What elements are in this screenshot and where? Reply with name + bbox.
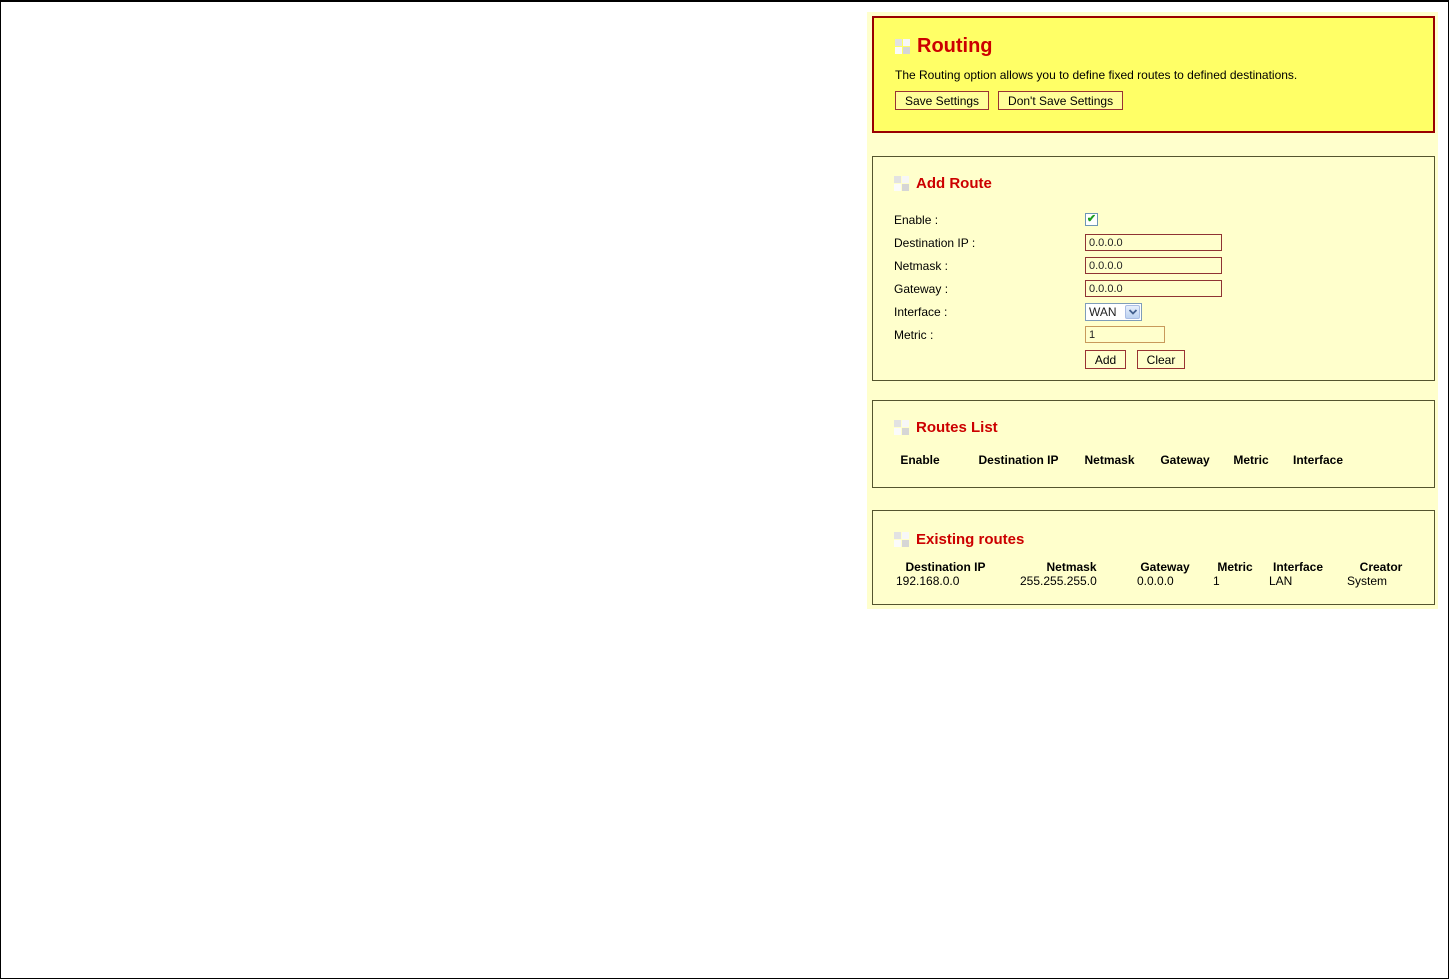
route-gateway: 0.0.0.0	[1137, 574, 1174, 588]
enable-label: Enable :	[894, 212, 939, 227]
route-destination-ip: 192.168.0.0	[896, 574, 960, 588]
routing-panel: Routing The Routing option allows you to…	[872, 16, 1435, 133]
add-route-form: Enable : ✔ Destination IP : Netmask : Ga…	[873, 208, 1434, 369]
enable-row: Enable : ✔	[873, 208, 1434, 231]
destination-ip-input[interactable]	[1085, 234, 1222, 251]
routes-list-header-row: Enable Destination IP Netmask Gateway Me…	[873, 453, 1434, 467]
chevron-down-icon[interactable]	[1125, 304, 1140, 319]
netmask-label: Netmask :	[894, 258, 949, 273]
column-header: Creator	[1359, 560, 1403, 574]
add-route-title: Add Route	[916, 175, 992, 192]
metric-row: Metric :	[873, 323, 1434, 346]
gateway-row: Gateway :	[873, 277, 1434, 300]
routing-description: The Routing option allows you to define …	[895, 68, 1298, 82]
column-header: Gateway	[1160, 453, 1210, 467]
save-settings-button[interactable]: Save Settings	[895, 91, 990, 110]
netmask-row: Netmask :	[873, 254, 1434, 277]
gateway-label: Gateway :	[894, 281, 949, 296]
existing-route-row: 192.168.0.0 255.255.255.0 0.0.0.0 1 LAN …	[873, 574, 1434, 588]
column-header: Gateway	[1140, 560, 1190, 574]
metric-label: Metric :	[894, 327, 934, 342]
interface-selected-value: WAN	[1089, 304, 1117, 319]
section-grid-icon	[895, 39, 910, 54]
column-header: Interface	[1272, 560, 1324, 574]
destination-ip-row: Destination IP :	[873, 231, 1434, 254]
add-clear-button-row: Add Clear	[1085, 350, 1434, 369]
route-netmask: 255.255.255.0	[1020, 574, 1097, 588]
gateway-input[interactable]	[1085, 280, 1222, 297]
add-route-panel: Add Route Enable : ✔ Destination IP : Ne…	[872, 156, 1435, 381]
column-header: Metric	[1233, 453, 1269, 467]
section-grid-icon	[894, 420, 909, 435]
interface-row: Interface : WAN	[873, 300, 1434, 323]
existing-routes-header-row: Destination IP Netmask Gateway Metric In…	[873, 560, 1434, 574]
column-header: Destination IP	[978, 453, 1059, 467]
add-route-section-title: Add Route	[873, 157, 1434, 192]
page-title: Routing	[917, 35, 993, 57]
dont-save-settings-button[interactable]: Don't Save Settings	[998, 91, 1124, 110]
column-header: Interface	[1292, 453, 1344, 467]
column-header: Destination IP	[905, 560, 986, 574]
interface-select[interactable]: WAN	[1085, 302, 1142, 321]
add-button[interactable]: Add	[1085, 350, 1126, 369]
enable-checkbox[interactable]: ✔	[1085, 213, 1098, 226]
interface-label: Interface :	[894, 304, 948, 319]
route-metric: 1	[1213, 574, 1220, 588]
column-header: Enable	[900, 453, 940, 467]
checkmark-icon: ✔	[1086, 212, 1097, 225]
section-grid-icon	[894, 176, 909, 191]
clear-button[interactable]: Clear	[1137, 350, 1185, 369]
existing-routes-panel: Existing routes Destination IP Netmask G…	[872, 510, 1435, 605]
routes-list-title: Routes List	[916, 419, 998, 436]
destination-ip-label: Destination IP :	[894, 235, 976, 250]
column-header: Netmask	[1046, 560, 1097, 574]
route-creator: System	[1347, 574, 1388, 588]
section-grid-icon	[894, 532, 909, 547]
existing-routes-section-title: Existing routes	[873, 511, 1434, 548]
settings-button-row: Save Settings Don't Save Settings	[874, 91, 1433, 110]
routes-list-panel: Routes List Enable Destination IP Netmas…	[872, 400, 1435, 488]
router-admin-page: Routing The Routing option allows you to…	[0, 0, 1449, 979]
column-header: Metric	[1217, 560, 1253, 574]
route-interface: LAN	[1269, 574, 1293, 588]
metric-input[interactable]	[1085, 326, 1165, 343]
column-header: Netmask	[1084, 453, 1135, 467]
netmask-input[interactable]	[1085, 257, 1222, 274]
routing-section-title: Routing	[874, 18, 1433, 58]
existing-routes-title: Existing routes	[916, 531, 1025, 548]
routes-list-section-title: Routes List	[873, 401, 1434, 436]
content-column: Routing The Routing option allows you to…	[867, 12, 1438, 609]
